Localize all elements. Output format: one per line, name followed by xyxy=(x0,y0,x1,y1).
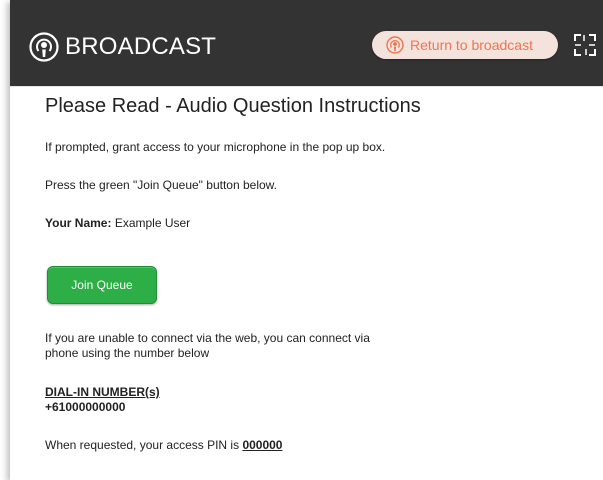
pin-value: 000000 xyxy=(242,438,283,452)
broadcast-panel: BROADCAST Return to broadcast Please Rea… xyxy=(10,0,603,480)
dial-in-heading: DIAL-IN NUMBER(s) xyxy=(45,385,160,400)
dial-in-number: +61000000000 xyxy=(45,400,125,415)
app-title: BROADCAST xyxy=(65,33,217,60)
pin-line: When requested, your access PIN is 00000… xyxy=(45,438,282,453)
microphone-instruction: If prompted, grant access to your microp… xyxy=(45,140,386,154)
return-button-label: Return to broadcast xyxy=(410,37,533,53)
fullscreen-expand-icon[interactable] xyxy=(573,33,597,57)
podcast-icon xyxy=(386,36,404,54)
your-name-label: Your Name: xyxy=(45,216,112,230)
pin-text: When requested, your access PIN is xyxy=(45,438,240,452)
your-name-line: Your Name: Example User xyxy=(45,216,190,231)
dial-in-heading-text: DIAL-IN NUMBER(s) xyxy=(45,385,160,399)
podcast-icon xyxy=(29,32,59,62)
join-instruction: Press the green "Join Queue" button belo… xyxy=(45,178,278,192)
your-name-value: Example User xyxy=(114,216,191,230)
phone-instruction-line1: If you are unable to connect via the web… xyxy=(45,331,370,345)
header-bar: BROADCAST Return to broadcast xyxy=(10,0,603,87)
page-title: Please Read - Audio Question Instruction… xyxy=(45,95,421,117)
dial-in-number-text: +61000000000 xyxy=(45,400,126,414)
return-to-broadcast-button[interactable]: Return to broadcast xyxy=(372,31,558,59)
join-queue-button[interactable]: Join Queue xyxy=(47,266,157,304)
phone-instruction-line2: phone using the number below xyxy=(45,346,210,360)
